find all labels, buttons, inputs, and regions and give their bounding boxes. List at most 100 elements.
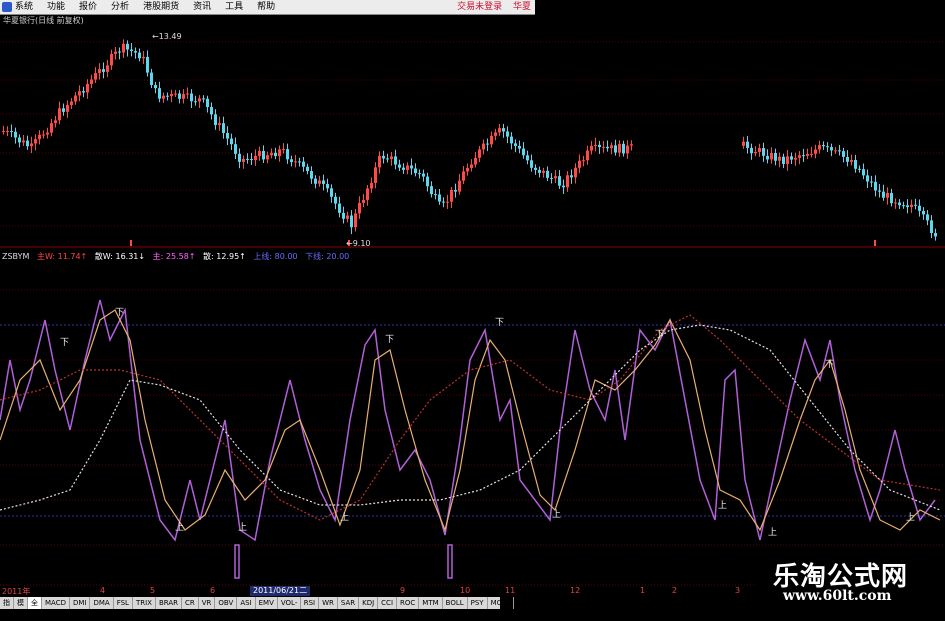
candle-body bbox=[194, 101, 197, 103]
indicator-tab[interactable]: RSI bbox=[301, 597, 320, 609]
candle-body bbox=[502, 128, 505, 132]
indicator-tab[interactable]: MCST bbox=[488, 597, 515, 609]
main-w-line bbox=[0, 314, 941, 521]
candle-body bbox=[610, 145, 613, 149]
candle-body bbox=[154, 84, 157, 89]
candlestick-series bbox=[2, 39, 937, 246]
signal-marker bbox=[874, 240, 876, 246]
candle-body bbox=[54, 120, 57, 124]
chart-canvas[interactable]: 上上上 上上上上下下 下下下下 bbox=[0, 0, 945, 609]
indicator-value-main-w: 主W: 11.74↑ bbox=[36, 252, 88, 261]
candle-body bbox=[174, 93, 177, 95]
indicator-tab[interactable]: MTM bbox=[419, 597, 443, 609]
candle-body bbox=[562, 185, 565, 188]
indicator-tab[interactable]: ASI bbox=[237, 597, 256, 609]
candle-body bbox=[466, 167, 469, 172]
candle-body bbox=[798, 155, 801, 158]
indicator-tab[interactable]: BOLL bbox=[443, 597, 468, 609]
candle-body bbox=[186, 93, 189, 95]
candle-body bbox=[382, 155, 385, 159]
candle-body bbox=[134, 51, 137, 53]
candle-body bbox=[518, 145, 521, 149]
candle-body bbox=[42, 134, 45, 136]
candle-body bbox=[206, 98, 209, 108]
candle-body bbox=[854, 160, 857, 169]
candle-body bbox=[542, 170, 545, 173]
indicator-tab[interactable]: SAR bbox=[338, 597, 360, 609]
indicator-tab[interactable]: EMV bbox=[256, 597, 278, 609]
candle-body bbox=[34, 139, 37, 144]
indicator-tab[interactable]: KDJ bbox=[359, 597, 379, 609]
menu-item-analysis[interactable]: 分析 bbox=[111, 0, 129, 14]
candle-body bbox=[554, 176, 557, 179]
indicator-tab[interactable]: VOL-TDX bbox=[278, 597, 301, 619]
menu-item-tools[interactable]: 工具 bbox=[225, 0, 243, 14]
indicator-tab[interactable]: BRAR bbox=[156, 597, 182, 609]
candle-body bbox=[522, 148, 525, 156]
candle-body bbox=[558, 176, 561, 186]
broker-name[interactable]: 华夏 bbox=[513, 2, 531, 12]
volume-signal-bar bbox=[234, 544, 240, 579]
date-tick-label: 2011年 bbox=[2, 587, 31, 596]
indicator-tab[interactable]: OBV bbox=[215, 597, 238, 609]
candle-body bbox=[354, 213, 357, 228]
candle-body bbox=[322, 180, 325, 184]
candle-body bbox=[898, 202, 901, 206]
indicator-tab[interactable]: DMI bbox=[70, 597, 91, 609]
candle-body bbox=[190, 93, 193, 102]
candle-body bbox=[402, 167, 405, 170]
menu-item-quote[interactable]: 报价 bbox=[79, 0, 97, 14]
menu-item-function[interactable]: 功能 bbox=[47, 0, 65, 14]
indicator-tab[interactable]: WR bbox=[319, 597, 338, 609]
indicator-tab[interactable]: 指标 bbox=[0, 597, 14, 619]
sell-signal-label: 下 bbox=[825, 360, 834, 370]
indicator-tab[interactable]: PSY bbox=[468, 597, 488, 609]
candle-body bbox=[262, 151, 265, 160]
candle-body bbox=[362, 199, 365, 203]
watermark-url: www.60lt.com bbox=[783, 588, 892, 604]
candle-body bbox=[530, 160, 533, 168]
menu-item-hk-futures[interactable]: 港股期货 bbox=[143, 0, 179, 14]
candle-body bbox=[434, 194, 437, 196]
indicator-value-main: 主: 25.58↑ bbox=[152, 252, 196, 261]
candle-body bbox=[150, 72, 153, 85]
candle-body bbox=[450, 190, 453, 202]
indicator-tab[interactable]: 全部 bbox=[28, 597, 42, 619]
candle-body bbox=[58, 108, 61, 121]
candle-body bbox=[746, 141, 749, 148]
indicator-tab[interactable]: 模板 bbox=[14, 597, 28, 619]
candle-body bbox=[482, 143, 485, 150]
candle-body bbox=[14, 131, 17, 138]
indicator-tab[interactable]: DMA bbox=[90, 597, 114, 609]
indicator-tab[interactable]: FSL bbox=[114, 597, 133, 609]
indicator-tab[interactable]: VR bbox=[199, 597, 216, 609]
trade-login-status[interactable]: 交易未登录 bbox=[457, 2, 502, 12]
indicator-tab[interactable]: CCI bbox=[378, 597, 398, 609]
menu-item-news[interactable]: 资讯 bbox=[193, 0, 211, 14]
menu-item-help[interactable]: 帮助 bbox=[257, 0, 275, 14]
candle-body bbox=[594, 144, 597, 146]
indicator-tab[interactable]: TRIX bbox=[133, 597, 156, 609]
candle-body bbox=[406, 165, 409, 170]
candle-body bbox=[146, 56, 149, 73]
candle-body bbox=[882, 191, 885, 198]
candle-body bbox=[514, 143, 517, 146]
candle-body bbox=[106, 65, 109, 72]
candle-body bbox=[246, 158, 249, 160]
candle-body bbox=[462, 171, 465, 181]
candle-body bbox=[794, 157, 797, 160]
candle-body bbox=[818, 145, 821, 150]
indicator-tab[interactable]: CR bbox=[182, 597, 199, 609]
candle-body bbox=[894, 202, 897, 204]
candle-body bbox=[526, 155, 529, 161]
menu-item-system[interactable]: 系统 bbox=[15, 0, 33, 14]
indicator-name[interactable]: ZSBYM bbox=[2, 252, 29, 261]
candle-body bbox=[238, 153, 241, 162]
candle-body bbox=[310, 171, 313, 179]
candle-body bbox=[890, 192, 893, 204]
buy-signal-label: 上 bbox=[175, 522, 184, 533]
indicator-tab[interactable]: ROC bbox=[397, 597, 420, 609]
candle-body bbox=[550, 177, 553, 179]
indicator-tab[interactable]: MACD bbox=[42, 597, 70, 609]
candle-body bbox=[430, 186, 433, 195]
